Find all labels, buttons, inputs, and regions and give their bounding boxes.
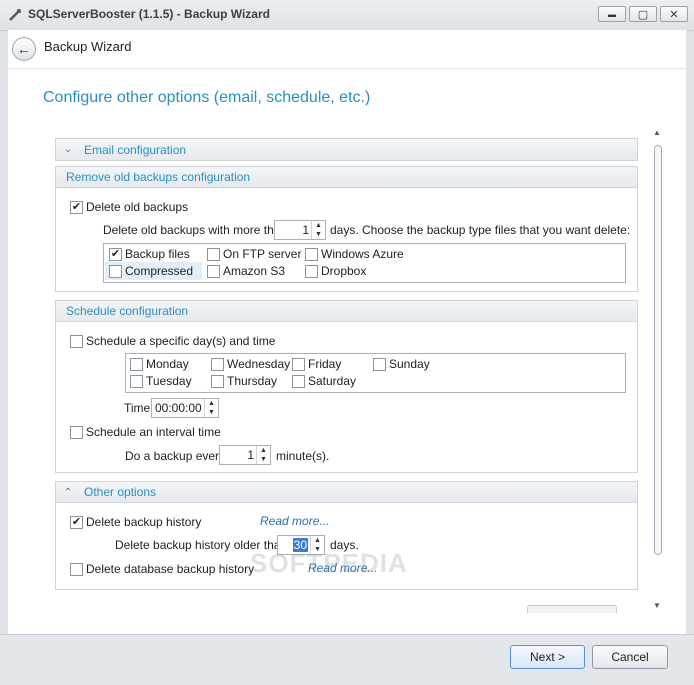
scroll-down-icon[interactable]: ▼ <box>653 601 661 610</box>
app-icon <box>9 9 21 21</box>
delete-db-history-label: Delete database backup history <box>86 562 255 576</box>
close-button[interactable]: ✕ <box>660 6 688 22</box>
type-compressed-checkbox[interactable] <box>109 265 122 278</box>
type-s3-label: Amazon S3 <box>223 264 286 278</box>
backup-every-value: 1 <box>247 448 254 462</box>
type-backup-files-checkbox[interactable]: ✔ <box>109 248 122 261</box>
email-config-title: Email configuration <box>84 142 187 157</box>
check-icon: ✔ <box>71 201 82 213</box>
day-sunday-label: Sunday <box>389 357 430 371</box>
time-spinner[interactable]: 00:00:00 ▲ ▼ <box>151 398 219 418</box>
clipped-button[interactable] <box>527 605 617 613</box>
email-config-group[interactable]: ⌄ Email configuration <box>55 138 638 161</box>
day-monday-label: Monday <box>146 357 189 371</box>
scroll-up-icon[interactable]: ▲ <box>653 128 661 137</box>
day-saturday-checkbox[interactable] <box>292 375 305 388</box>
spinner-arrows[interactable]: ▲ ▼ <box>311 221 325 239</box>
spin-up-icon[interactable]: ▲ <box>257 446 270 455</box>
schedule-header: Schedule configuration <box>56 301 637 322</box>
days-choose-label: days. Choose the backup type files that … <box>330 223 631 237</box>
type-ftp-checkbox[interactable] <box>207 248 220 261</box>
header-title: Backup Wizard <box>44 39 132 54</box>
delete-old-backups-label: Delete old backups <box>86 200 189 214</box>
other-options-title: Other options <box>84 485 157 499</box>
backup-every-label: Do a backup every <box>125 449 226 463</box>
back-button[interactable]: ← <box>12 37 36 61</box>
cancel-button[interactable]: Cancel <box>592 645 668 669</box>
minimize-button[interactable]: ▬ <box>598 6 626 22</box>
schedule-title: Schedule configuration <box>66 304 189 318</box>
minutes-label: minute(s). <box>276 449 330 463</box>
day-friday-label: Friday <box>308 357 342 371</box>
back-arrow-icon: ← <box>17 41 31 57</box>
delete-old-backups-checkbox[interactable]: ✔ <box>70 201 83 214</box>
type-compressed-label: Compressed <box>125 264 194 278</box>
spin-down-icon[interactable]: ▼ <box>257 455 270 464</box>
minimize-icon: ▬ <box>608 9 616 19</box>
schedule-specific-label: Schedule a specific day(s) and time <box>86 334 276 348</box>
spin-up-icon[interactable]: ▲ <box>311 536 324 545</box>
read-more-link-1[interactable]: Read more... <box>260 514 329 528</box>
remove-old-title: Remove old backups configuration <box>66 170 251 184</box>
type-dropbox-label: Dropbox <box>321 264 367 278</box>
type-azure-checkbox[interactable] <box>305 248 318 261</box>
maximize-button[interactable]: ▢ <box>629 6 657 22</box>
day-wednesday-label: Wednesday <box>227 357 291 371</box>
day-saturday-label: Saturday <box>308 374 357 388</box>
chevron-down-icon: ⌄ <box>63 144 73 155</box>
type-ftp-label: On FTP server <box>223 247 302 261</box>
spinner-arrows[interactable]: ▲ ▼ <box>204 399 218 417</box>
maximize-icon: ▢ <box>637 8 649 21</box>
delete-db-history-checkbox[interactable] <box>70 563 83 576</box>
time-value: 00:00:00 <box>155 401 202 415</box>
schedule-interval-label: Schedule an interval time <box>86 425 221 439</box>
day-thursday-label: Thursday <box>227 374 278 388</box>
delete-history-checkbox[interactable]: ✔ <box>70 516 83 529</box>
backup-every-spinner[interactable]: 1 ▲ ▼ <box>219 445 271 465</box>
watermark: SOFTPEDIA <box>250 548 408 578</box>
remove-old-header: Remove old backups configuration <box>56 167 637 188</box>
check-icon: ✔ <box>110 248 121 260</box>
schedule-interval-checkbox[interactable] <box>70 426 83 439</box>
check-icon: ✔ <box>71 516 82 528</box>
spinner-arrows[interactable]: ▲ ▼ <box>256 446 270 464</box>
day-thursday-checkbox[interactable] <box>211 375 224 388</box>
page-heading: Configure other options (email, schedule… <box>43 89 371 106</box>
more-than-label: Delete old backups with more than <box>103 223 288 237</box>
time-label: Time <box>124 401 151 415</box>
schedule-specific-checkbox[interactable] <box>70 335 83 348</box>
day-tuesday-checkbox[interactable] <box>130 375 143 388</box>
delete-history-label: Delete backup history <box>86 515 202 529</box>
type-dropbox-checkbox[interactable] <box>305 265 318 278</box>
window-title: SQLServerBooster (1.1.5) - Backup Wizard <box>28 7 270 21</box>
type-backup-files-label: Backup files <box>125 247 190 261</box>
more-than-days-value: 1 <box>302 223 309 237</box>
spin-down-icon[interactable]: ▼ <box>205 408 218 417</box>
more-than-days-spinner[interactable]: 1 ▲ ▼ <box>274 220 326 240</box>
day-friday-checkbox[interactable] <box>292 358 305 371</box>
other-options-header[interactable]: ⌃ Other options <box>56 482 637 503</box>
spin-up-icon[interactable]: ▲ <box>312 221 325 230</box>
wizard-footer <box>0 634 694 685</box>
next-button[interactable]: Next > <box>510 645 585 669</box>
chevron-up-icon: ⌃ <box>63 486 73 498</box>
scrollbar-thumb[interactable] <box>654 145 662 555</box>
spin-up-icon[interactable]: ▲ <box>205 399 218 408</box>
type-s3-checkbox[interactable] <box>207 265 220 278</box>
day-wednesday-checkbox[interactable] <box>211 358 224 371</box>
email-config-header[interactable]: ⌄ Email configuration <box>56 139 637 160</box>
type-azure-label: Windows Azure <box>321 247 404 261</box>
spin-down-icon[interactable]: ▼ <box>312 230 325 239</box>
close-icon: ✕ <box>669 8 679 21</box>
day-monday-checkbox[interactable] <box>130 358 143 371</box>
day-tuesday-label: Tuesday <box>146 374 192 388</box>
day-sunday-checkbox[interactable] <box>373 358 386 371</box>
